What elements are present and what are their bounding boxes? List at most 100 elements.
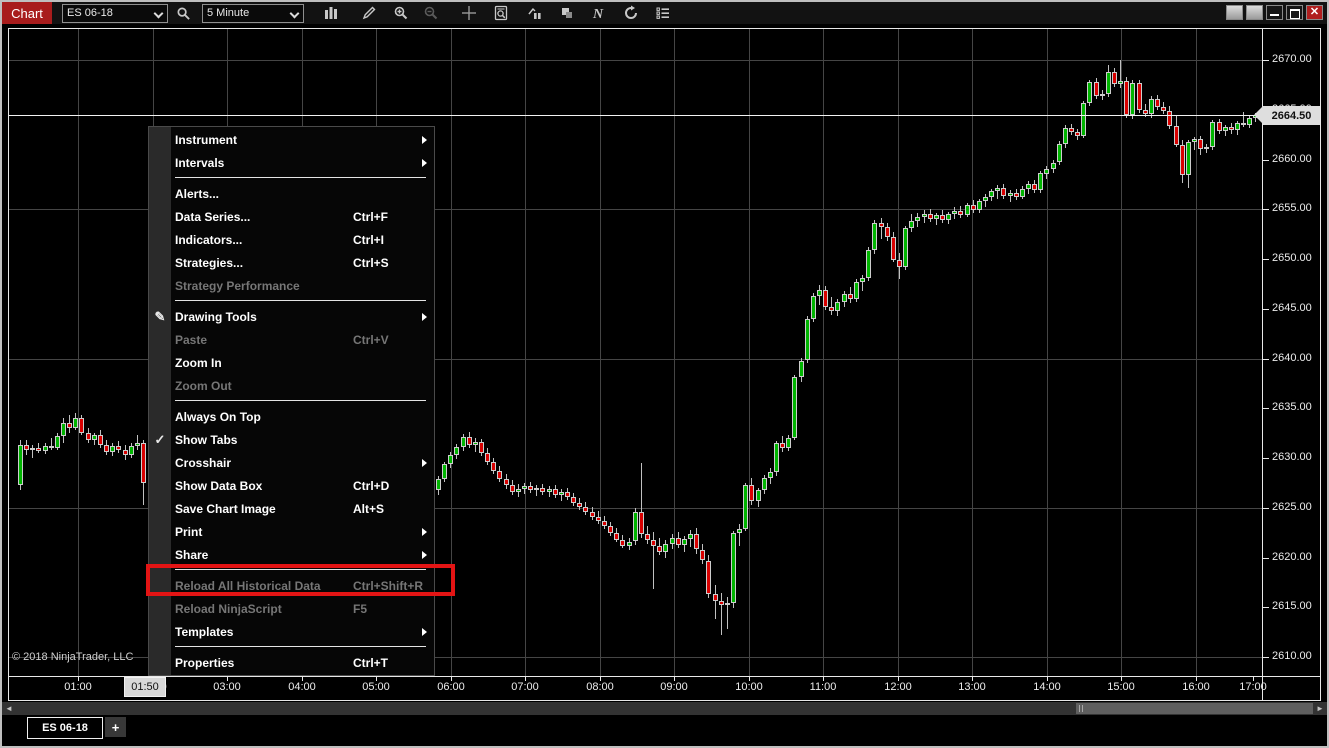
time-label: 15:00 [1107, 681, 1135, 693]
price-tick [1263, 607, 1269, 608]
menu-item-shortcut: Ctrl+I [353, 232, 385, 247]
menu-item-drawing-tools[interactable]: ✎ Drawing Tools [155, 305, 434, 328]
scroll-right-arrow[interactable]: ► [1314, 703, 1326, 714]
price-tick [1263, 558, 1269, 559]
price-tick [1263, 408, 1269, 409]
scrollbar-thumb[interactable] [1076, 703, 1313, 714]
menu-item-print[interactable]: Print [171, 520, 434, 543]
menu-item-templates[interactable]: Templates [171, 620, 434, 643]
price-label: 2610.00 [1272, 650, 1312, 662]
menu-item-label: Zoom In [175, 355, 222, 370]
data-box-icon[interactable] [490, 3, 512, 23]
chart-style-icon[interactable] [320, 3, 342, 23]
menu-separator [171, 397, 434, 405]
instrument-selector[interactable]: ES 06-18 [62, 3, 168, 23]
price-label: 2645.00 [1272, 302, 1312, 314]
menu-item-data-series[interactable]: Data Series... Ctrl+F [171, 205, 434, 228]
price-label: 2650.00 [1272, 252, 1312, 264]
menu-item-label: Show Data Box [175, 478, 263, 493]
time-label: 11:00 [809, 681, 837, 693]
chart-right-border [1320, 28, 1321, 701]
menu-item-shortcut: F5 [353, 601, 368, 616]
menu-item-label: Templates [175, 624, 234, 639]
menu-item-instrument[interactable]: Instrument [171, 128, 434, 151]
price-tick [1263, 508, 1269, 509]
zoom-out-icon [420, 3, 442, 23]
submenu-arrow-icon [422, 312, 427, 321]
ninjascript-icon[interactable]: N [588, 3, 610, 23]
search-icon[interactable] [172, 3, 194, 23]
zoom-in-icon[interactable] [390, 3, 412, 23]
menu-item-label: Zoom Out [175, 378, 232, 393]
last-price-marker: 2664.50 [1254, 106, 1320, 125]
menu-separator [171, 643, 434, 651]
price-tick [1263, 359, 1269, 360]
time-label: 16:00 [1182, 681, 1210, 693]
time-label: 01:00 [64, 681, 92, 693]
price-label: 2635.00 [1272, 401, 1312, 413]
add-tab-button[interactable]: + [105, 717, 126, 737]
chevron-down-icon [155, 9, 163, 17]
price-label: 2620.00 [1272, 551, 1312, 563]
tab-es-06-18[interactable]: ES 06-18 [27, 717, 103, 739]
properties-icon[interactable] [652, 3, 674, 23]
time-label: 04:00 [288, 681, 316, 693]
time-axis-border [8, 676, 1321, 677]
menu-item-label: Indicators... [175, 232, 243, 247]
price-tick [1263, 657, 1269, 658]
interval-value: 5 Minute [207, 7, 250, 19]
chart-left-border [8, 28, 9, 701]
drawing-tools-icon[interactable] [358, 3, 380, 23]
menu-item-label: Alerts... [175, 186, 220, 201]
svg-text:N: N [592, 7, 604, 21]
menu-item-alerts[interactable]: Alerts... [171, 182, 434, 205]
menu-item-save-chart-image[interactable]: Save Chart Image Alt+S [171, 497, 434, 520]
menu-item-always-on-top[interactable]: Always On Top [171, 405, 434, 428]
menu-item-intervals[interactable]: Intervals [171, 151, 434, 174]
price-tick [1263, 60, 1269, 61]
minimize-button[interactable] [1266, 5, 1283, 20]
indicators-icon[interactable] [524, 3, 546, 23]
menu-item-shortcut: Ctrl+S [353, 255, 389, 270]
scrollbar-grip [1079, 705, 1080, 712]
menu-item-show-tabs[interactable]: ✓ Show Tabs [155, 428, 434, 451]
price-label: 2630.00 [1272, 451, 1312, 463]
time-label: 13:00 [958, 681, 986, 693]
menu-item-paste: Paste Ctrl+V [171, 328, 434, 351]
menu-item-zoom-in[interactable]: Zoom In [171, 351, 434, 374]
menu-item-label: Intervals [175, 155, 225, 170]
submenu-arrow-icon [422, 458, 427, 467]
menu-item-properties[interactable]: Properties Ctrl+T [171, 651, 434, 674]
strategies-icon[interactable] [556, 3, 578, 23]
menu-item-crosshair[interactable]: Crosshair [171, 451, 434, 474]
horizontal-scrollbar[interactable]: ◄ ► [2, 702, 1327, 715]
price-tick [1263, 160, 1269, 161]
menu-item-strategies[interactable]: Strategies... Ctrl+S [171, 251, 434, 274]
price-tick [1263, 309, 1269, 310]
checkmark-icon: ✓ [154, 431, 166, 447]
chart-top-border [8, 28, 1321, 29]
crosshair-icon[interactable] [458, 3, 480, 23]
interval-selector[interactable]: 5 Minute [202, 3, 304, 23]
interval-link-button[interactable] [1246, 5, 1263, 20]
menu-item-show-data-box[interactable]: Show Data Box Ctrl+D [171, 474, 434, 497]
menu-item-reload-ninjascript: Reload NinjaScript F5 [171, 597, 434, 620]
submenu-arrow-icon [422, 527, 427, 536]
instrument-link-button[interactable] [1226, 5, 1243, 20]
menu-item-label: Properties [175, 655, 235, 670]
scroll-left-arrow[interactable]: ◄ [3, 703, 15, 714]
price-tick [1263, 458, 1269, 459]
price-tick [1263, 259, 1269, 260]
reload-icon[interactable] [620, 3, 642, 23]
menu-item-shortcut: Ctrl+D [353, 478, 390, 493]
maximize-button[interactable] [1286, 5, 1303, 20]
price-label: 2655.00 [1272, 202, 1312, 214]
menu-item-share[interactable]: Share [171, 543, 434, 566]
close-button[interactable]: ✕ [1306, 5, 1323, 20]
time-label: 05:00 [362, 681, 390, 693]
instrument-value: ES 06-18 [67, 7, 113, 19]
menu-item-label: Always On Top [175, 409, 261, 424]
menu-item-label: Strategies... [175, 255, 244, 270]
menu-item-indicators[interactable]: Indicators... Ctrl+I [171, 228, 434, 251]
submenu-arrow-icon [422, 158, 427, 167]
